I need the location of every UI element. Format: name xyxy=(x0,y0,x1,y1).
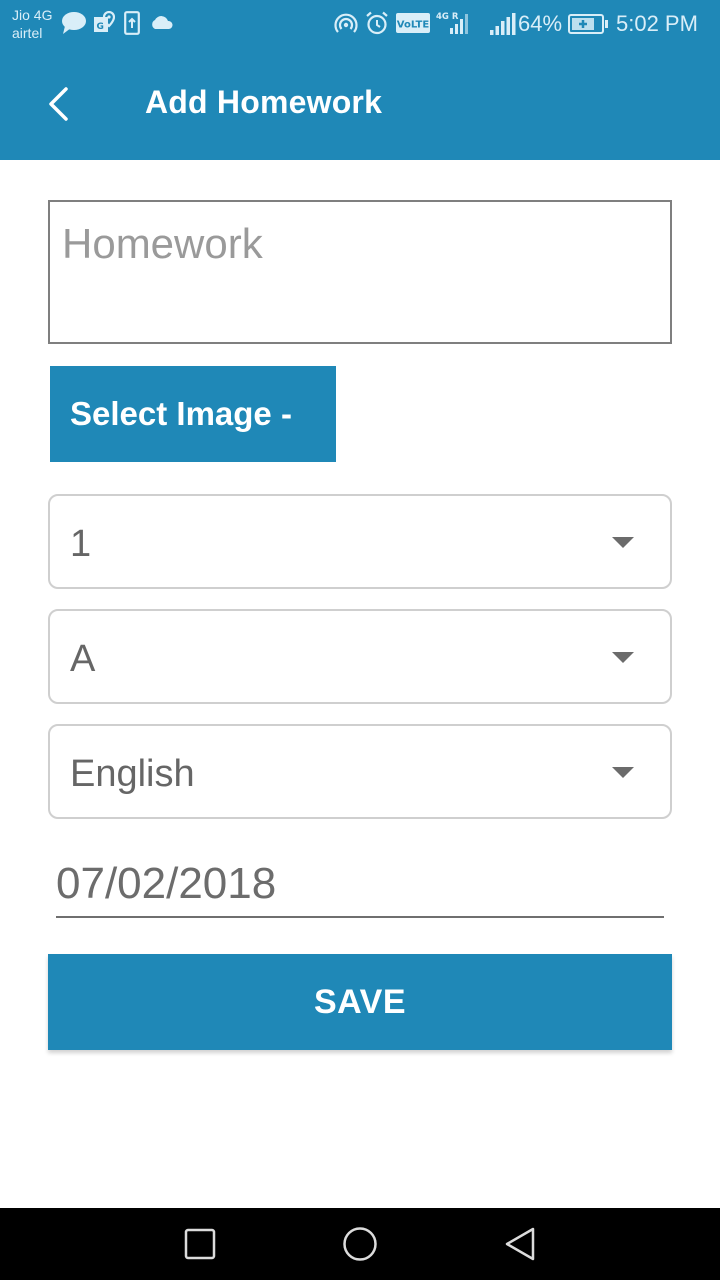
section-dropdown-value: A xyxy=(70,638,96,680)
maps-icon: G xyxy=(93,10,116,40)
signal-icon xyxy=(490,13,516,40)
clock: 5:02 PM xyxy=(616,11,698,36)
class-dropdown-value: 1 xyxy=(70,523,92,565)
recents-button[interactable] xyxy=(178,1222,222,1266)
date-value: 07/02/2018 xyxy=(56,859,277,908)
subject-dropdown-value: English xyxy=(70,753,195,795)
carrier-secondary: airtel xyxy=(12,25,43,41)
svg-text:VoLTE: VoLTE xyxy=(397,20,430,31)
dropdown-arrow-icon xyxy=(612,537,634,548)
battery-charging-icon xyxy=(568,14,610,39)
select-image-button[interactable]: Select Image - xyxy=(50,366,336,462)
homework-input[interactable] xyxy=(50,202,670,342)
carrier-primary: Jio 4G xyxy=(12,7,53,23)
home-icon xyxy=(343,1227,377,1261)
battery-percentage: 64% xyxy=(518,11,563,36)
dropdown-arrow-icon xyxy=(612,652,634,663)
app-bar: Add Homework xyxy=(0,48,720,160)
back-icon xyxy=(505,1227,535,1261)
add-homework-screen: Jio 4G airtel G VoLTE 4G R 64% 5:02 PM A… xyxy=(0,0,720,1280)
upload-icon xyxy=(124,11,140,40)
carrier-info: Jio 4G airtel xyxy=(12,6,52,42)
volte-icon: VoLTE xyxy=(396,13,430,38)
navigation-bar xyxy=(0,1208,720,1280)
chevron-left-icon xyxy=(49,87,68,121)
recents-icon xyxy=(184,1228,216,1260)
signal-4g-icon: 4G R xyxy=(436,10,470,41)
subject-dropdown[interactable]: English xyxy=(48,724,672,819)
back-nav-button[interactable] xyxy=(498,1222,542,1266)
status-bar: Jio 4G airtel G VoLTE 4G R 64% 5:02 PM xyxy=(0,0,720,48)
message-icon xyxy=(61,11,87,40)
save-button[interactable]: SAVE xyxy=(48,954,672,1050)
alarm-icon xyxy=(365,11,389,40)
section-dropdown[interactable]: A xyxy=(48,609,672,704)
hotspot-icon xyxy=(334,11,358,40)
svg-text:4G R: 4G R xyxy=(436,12,459,22)
home-button[interactable] xyxy=(338,1222,382,1266)
svg-text:G: G xyxy=(97,22,104,32)
cloud-icon xyxy=(150,14,174,35)
page-title: Add Homework xyxy=(145,84,383,120)
back-button[interactable] xyxy=(36,82,80,126)
date-field[interactable]: 07/02/2018 xyxy=(56,852,664,918)
dropdown-arrow-icon xyxy=(612,767,634,778)
class-dropdown[interactable]: 1 xyxy=(48,494,672,589)
homework-field xyxy=(48,200,672,344)
